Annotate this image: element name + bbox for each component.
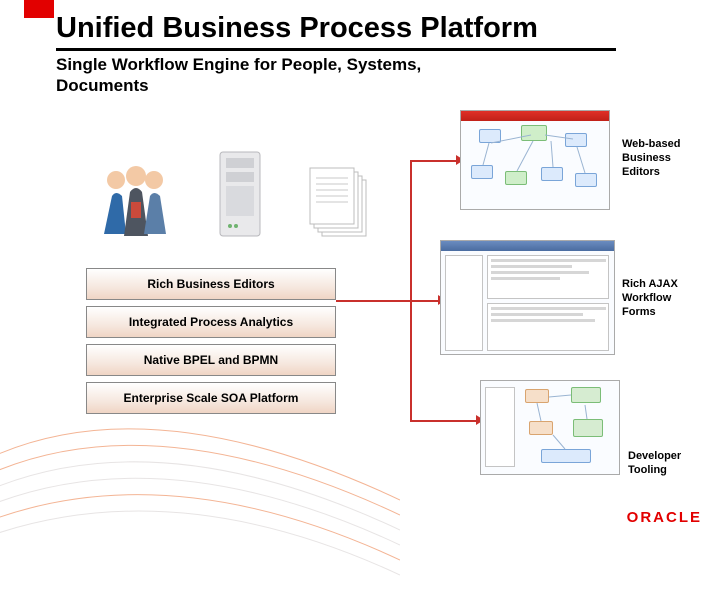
stack-layer-analytics: Integrated Process Analytics [86, 306, 336, 338]
title-underline [56, 48, 616, 51]
oracle-logo: ORACLE [627, 509, 702, 526]
connector-bottom [410, 420, 478, 422]
slide-subtitle: Single Workflow Engine for People, Syste… [56, 54, 486, 97]
connector-vertical [410, 160, 412, 420]
documents-icon [306, 160, 378, 240]
concept-icons-row [96, 150, 378, 240]
screenshot-web-editors [460, 110, 610, 210]
stack-layer-editors: Rich Business Editors [86, 268, 336, 300]
screenshot-ajax-forms [440, 240, 615, 355]
stack-layer-bpel-bpmn: Native BPEL and BPMN [86, 344, 336, 376]
people-icon [96, 162, 174, 240]
screenshot-dev-tooling [480, 380, 620, 475]
server-icon [214, 150, 266, 240]
label-web-editors: Web-based Business Editors [622, 138, 702, 179]
label-ajax-forms: Rich AJAX Workflow Forms [622, 278, 702, 319]
slide-corner-accent [24, 0, 54, 18]
connector-mid-right [410, 300, 440, 302]
connector-top [410, 160, 458, 162]
platform-stack: Rich Business Editors Integrated Process… [86, 268, 336, 420]
slide-title: Unified Business Process Platform [56, 12, 538, 45]
label-dev-tooling: Developer Tooling [628, 450, 708, 478]
stack-layer-soa: Enterprise Scale SOA Platform [86, 382, 336, 414]
